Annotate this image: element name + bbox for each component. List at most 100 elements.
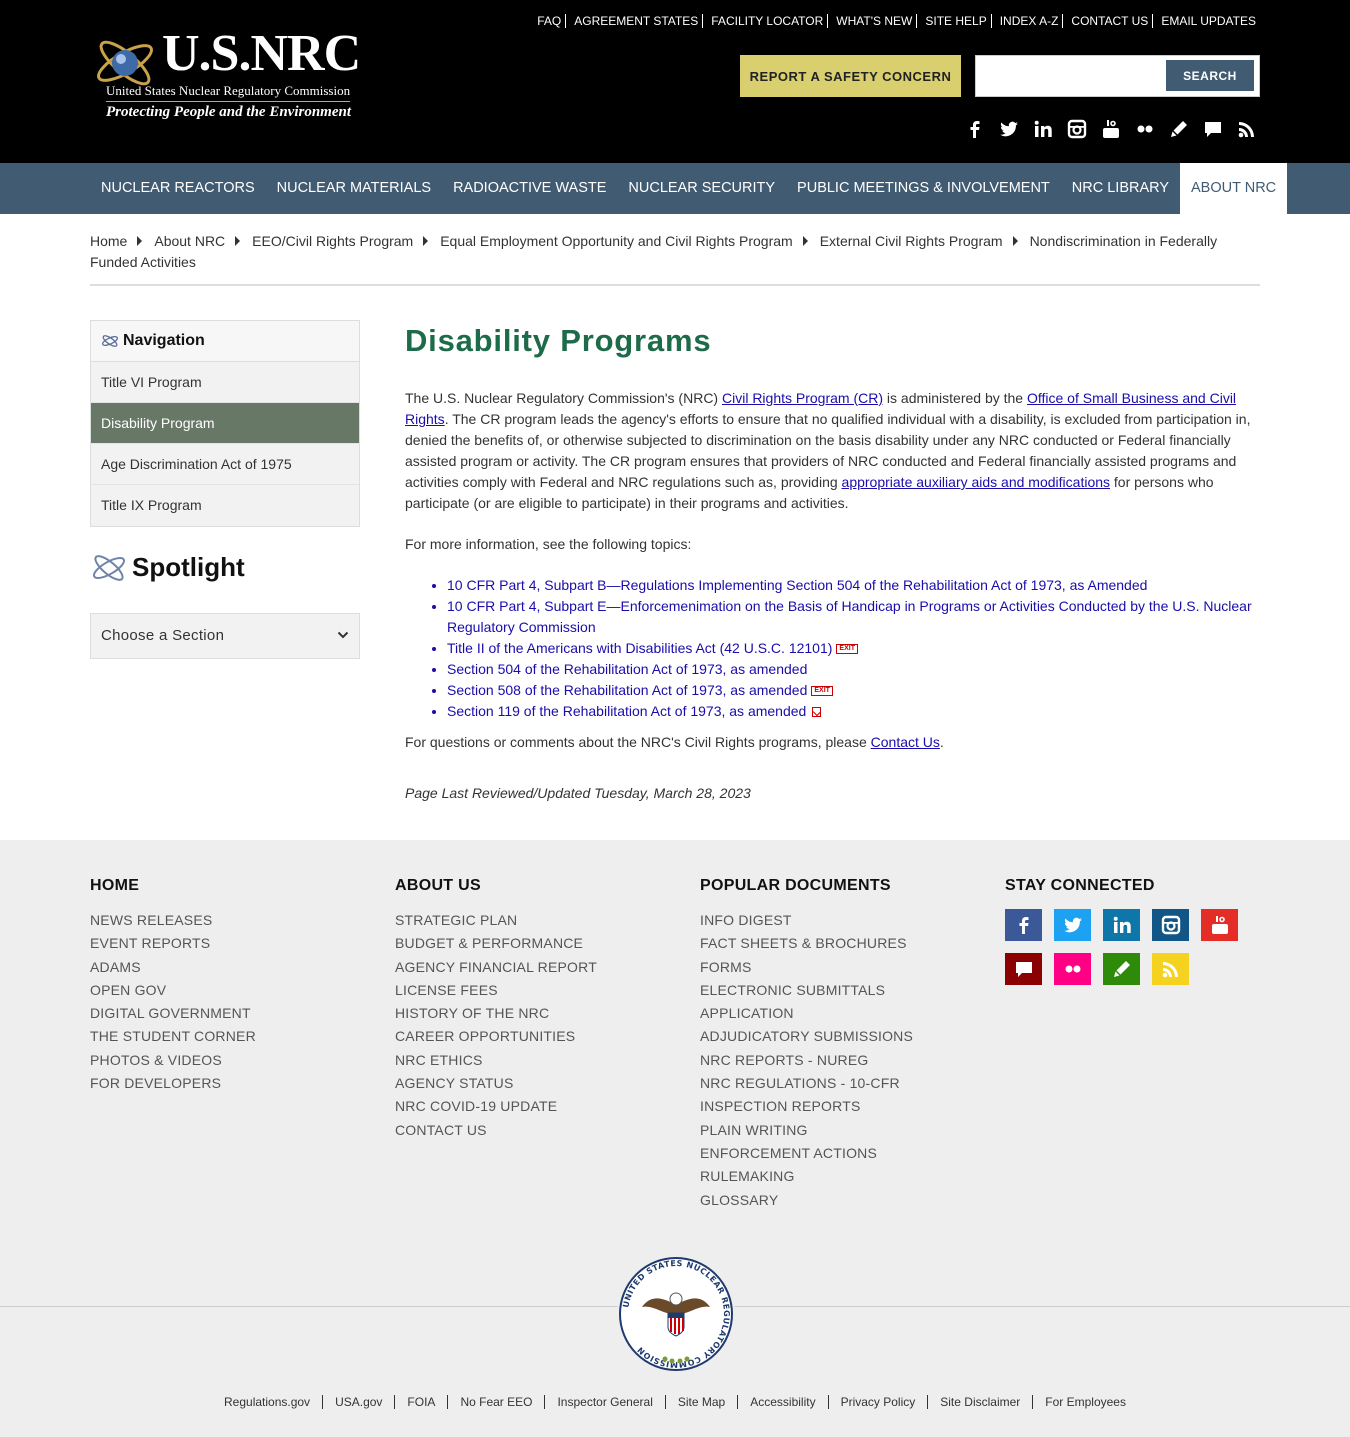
topic-link[interactable]: 10 CFR Part 4, Subpart B—Regulations Imp… bbox=[447, 577, 1147, 593]
footer-link[interactable]: PHOTOS & VIDEOS bbox=[90, 1049, 370, 1072]
footer-link[interactable]: FACT SHEETS & BROCHURES bbox=[700, 932, 980, 955]
footer-link[interactable]: NEWS RELEASES bbox=[90, 909, 370, 932]
bottom-link-site-map[interactable]: Site Map bbox=[664, 1395, 737, 1409]
breadcrumb-external-civil-rights[interactable]: External Civil Rights Program bbox=[820, 233, 1003, 249]
nav-nuclear-security[interactable]: NUCLEAR SECURITY bbox=[617, 163, 786, 214]
civil-rights-program-link[interactable]: Civil Rights Program (CR) bbox=[722, 390, 883, 406]
topic-link[interactable]: Section 119 of the Rehabilitation Act of… bbox=[447, 703, 806, 719]
linkedin-icon[interactable] bbox=[1032, 118, 1054, 140]
footer-link[interactable]: CONTACT US bbox=[395, 1119, 675, 1142]
nrc-seal: UNITED STATES NUCLEAR REGULATORY COMMISS… bbox=[617, 1255, 735, 1373]
footer-link[interactable]: APPLICATION bbox=[700, 1002, 980, 1025]
breadcrumb-home[interactable]: Home bbox=[90, 233, 127, 249]
footer-link[interactable]: BUDGET & PERFORMANCE bbox=[395, 932, 675, 955]
topic-link[interactable]: Title II of the Americans with Disabilit… bbox=[447, 640, 832, 656]
breadcrumb-eeo-civil-rights[interactable]: EEO/Civil Rights Program bbox=[252, 233, 413, 249]
sidebar-item-title-ix[interactable]: Title IX Program bbox=[91, 485, 359, 526]
topic-link[interactable]: Section 504 of the Rehabilitation Act of… bbox=[447, 661, 807, 677]
flickr-icon[interactable] bbox=[1134, 118, 1156, 140]
bottom-link-for-employees[interactable]: For Employees bbox=[1032, 1395, 1138, 1409]
footer-link[interactable]: FOR DEVELOPERS bbox=[90, 1072, 370, 1095]
instagram-icon[interactable] bbox=[1066, 118, 1088, 140]
nav-radioactive-waste[interactable]: RADIOACTIVE WASTE bbox=[442, 163, 617, 214]
sidebar-item-title-vi[interactable]: Title VI Program bbox=[91, 362, 359, 403]
youtube-icon[interactable] bbox=[1100, 118, 1122, 140]
footer-link[interactable]: STRATEGIC PLAN bbox=[395, 909, 675, 932]
bottom-link-no-fear-eeo[interactable]: No Fear EEO bbox=[447, 1395, 544, 1409]
facebook-icon[interactable] bbox=[964, 118, 986, 140]
utility-link-site-help[interactable]: SITE HELP bbox=[916, 14, 990, 28]
breadcrumb-eeo-program[interactable]: Equal Employment Opportunity and Civil R… bbox=[440, 233, 793, 249]
sidebar-item-disability[interactable]: Disability Program bbox=[91, 403, 359, 444]
utility-link-facility-locator[interactable]: FACILITY LOCATOR bbox=[702, 14, 827, 28]
footer-link[interactable]: NRC ETHICS bbox=[395, 1049, 675, 1072]
bottom-link-regulations-gov[interactable]: Regulations.gov bbox=[212, 1395, 322, 1409]
twitter-icon[interactable] bbox=[998, 118, 1020, 140]
bottom-link-usa-gov[interactable]: USA.gov bbox=[322, 1395, 394, 1409]
sidebar-item-age-discrimination[interactable]: Age Discrimination Act of 1975 bbox=[91, 444, 359, 485]
topic-link[interactable]: 10 CFR Part 4, Subpart E—Enforcemenimati… bbox=[447, 598, 1252, 635]
choose-section-dropdown[interactable]: Choose a Section bbox=[90, 613, 360, 659]
footer-link[interactable]: DIGITAL GOVERNMENT bbox=[90, 1002, 370, 1025]
utility-link-index[interactable]: INDEX A-Z bbox=[990, 14, 1063, 28]
utility-link-faq[interactable]: FAQ bbox=[529, 14, 565, 28]
auxiliary-aids-link[interactable]: appropriate auxiliary aids and modificat… bbox=[842, 474, 1110, 490]
footer-link[interactable]: EVENT REPORTS bbox=[90, 932, 370, 955]
footer-heading-home[interactable]: HOME bbox=[90, 877, 370, 895]
breadcrumb-about-nrc[interactable]: About NRC bbox=[154, 233, 225, 249]
linkedin-icon[interactable] bbox=[1103, 909, 1140, 941]
bottom-link-site-disclaimer[interactable]: Site Disclaimer bbox=[927, 1395, 1032, 1409]
flickr-icon[interactable] bbox=[1054, 953, 1091, 985]
footer-link[interactable]: PLAIN WRITING bbox=[700, 1119, 980, 1142]
chat-icon[interactable] bbox=[1202, 118, 1224, 140]
footer-link[interactable]: THE STUDENT CORNER bbox=[90, 1025, 370, 1048]
footer-heading-about[interactable]: ABOUT US bbox=[395, 877, 675, 895]
bottom-link-inspector-general[interactable]: Inspector General bbox=[544, 1395, 664, 1409]
chat-icon[interactable] bbox=[1005, 953, 1042, 985]
bottom-link-accessibility[interactable]: Accessibility bbox=[737, 1395, 827, 1409]
footer-link[interactable]: ELECTRONIC SUBMITTALS bbox=[700, 979, 980, 1002]
rss-icon[interactable] bbox=[1236, 118, 1258, 140]
search-button[interactable]: SEARCH bbox=[1166, 60, 1254, 91]
footer-link[interactable]: AGENCY FINANCIAL REPORT bbox=[395, 956, 675, 979]
footer-link[interactable]: INFO DIGEST bbox=[700, 909, 980, 932]
rss-icon[interactable] bbox=[1152, 953, 1189, 985]
search-input[interactable] bbox=[980, 60, 1165, 92]
utility-link-email-updates[interactable]: EMAIL UPDATES bbox=[1152, 14, 1260, 28]
footer-link[interactable]: INSPECTION REPORTS bbox=[700, 1095, 980, 1118]
footer-link[interactable]: AGENCY STATUS bbox=[395, 1072, 675, 1095]
facebook-icon[interactable] bbox=[1005, 909, 1042, 941]
footer-link[interactable]: NRC COVID-19 UPDATE bbox=[395, 1095, 675, 1118]
footer-link[interactable]: FORMS bbox=[700, 956, 980, 979]
contact-us-link[interactable]: Contact Us bbox=[871, 734, 940, 750]
footer-link[interactable]: RULEMAKING bbox=[700, 1165, 980, 1188]
blog-icon[interactable] bbox=[1103, 953, 1140, 985]
blog-icon[interactable] bbox=[1168, 118, 1190, 140]
nav-public-meetings[interactable]: PUBLIC MEETINGS & INVOLVEMENT bbox=[786, 163, 1061, 214]
footer-link[interactable]: NRC REPORTS - NUREG bbox=[700, 1049, 980, 1072]
footer-link[interactable]: LICENSE FEES bbox=[395, 979, 675, 1002]
utility-link-contact-us[interactable]: CONTACT US bbox=[1062, 14, 1152, 28]
utility-link-agreement-states[interactable]: AGREEMENT STATES bbox=[565, 14, 702, 28]
youtube-icon[interactable] bbox=[1201, 909, 1238, 941]
bottom-link-privacy-policy[interactable]: Privacy Policy bbox=[827, 1395, 928, 1409]
nrc-logo[interactable]: U.S.NRC United States Nuclear Regulatory… bbox=[90, 18, 365, 126]
report-safety-concern-button[interactable]: REPORT A SAFETY CONCERN bbox=[740, 55, 961, 97]
footer-link[interactable]: HISTORY OF THE NRC bbox=[395, 1002, 675, 1025]
footer-link[interactable]: GLOSSARY bbox=[700, 1189, 980, 1212]
footer-link[interactable]: ENFORCEMENT ACTIONS bbox=[700, 1142, 980, 1165]
bottom-link-foia[interactable]: FOIA bbox=[394, 1395, 447, 1409]
footer-link[interactable]: ADAMS bbox=[90, 956, 370, 979]
footer-link[interactable]: ADJUDICATORY SUBMISSIONS bbox=[700, 1025, 980, 1048]
nav-nrc-library[interactable]: NRC LIBRARY bbox=[1061, 163, 1180, 214]
footer-link[interactable]: CAREER OPPORTUNITIES bbox=[395, 1025, 675, 1048]
footer-link[interactable]: NRC REGULATIONS - 10-CFR bbox=[700, 1072, 980, 1095]
instagram-icon[interactable] bbox=[1152, 909, 1189, 941]
nav-nuclear-materials[interactable]: NUCLEAR MATERIALS bbox=[266, 163, 442, 214]
utility-link-whats-new[interactable]: WHAT'S NEW bbox=[827, 14, 916, 28]
footer-link[interactable]: OPEN GOV bbox=[90, 979, 370, 1002]
nav-nuclear-reactors[interactable]: NUCLEAR REACTORS bbox=[90, 163, 266, 214]
nav-about-nrc[interactable]: ABOUT NRC bbox=[1180, 163, 1288, 214]
topic-link[interactable]: Section 508 of the Rehabilitation Act of… bbox=[447, 682, 807, 698]
twitter-icon[interactable] bbox=[1054, 909, 1091, 941]
